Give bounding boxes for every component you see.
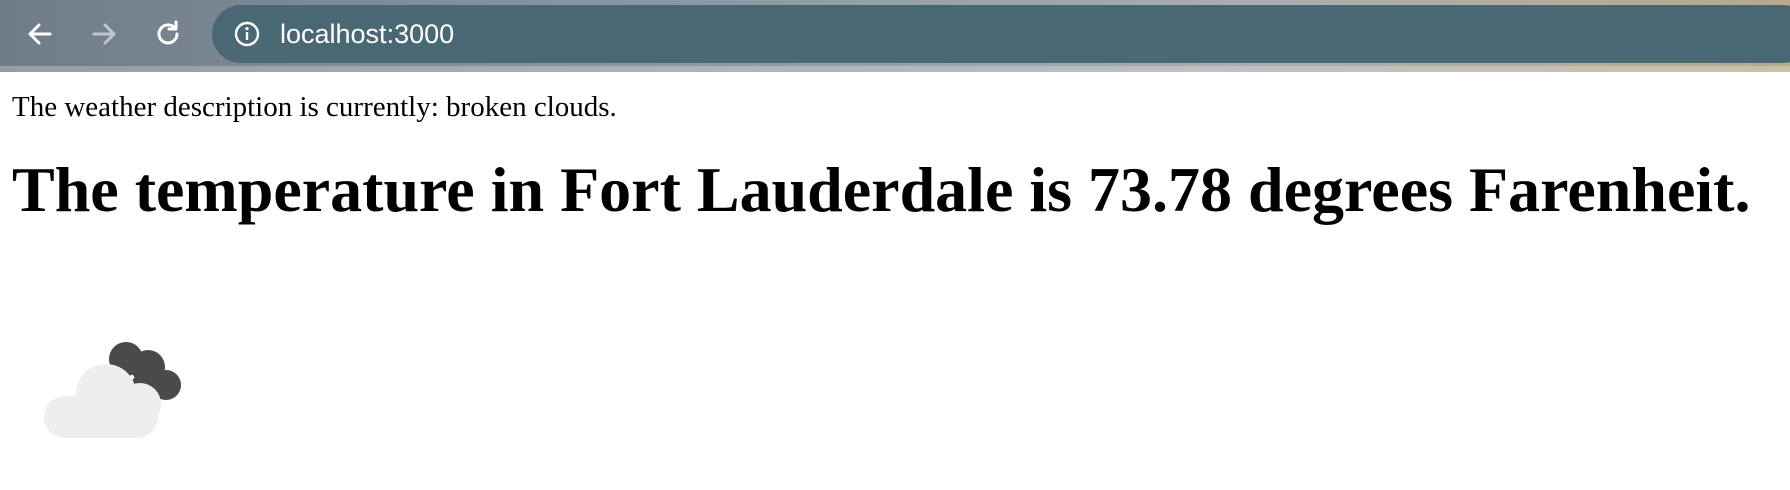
- temperature-heading: The temperature in Fort Lauderdale is 73…: [12, 154, 1751, 225]
- arrow-right-icon: [92, 23, 116, 45]
- reload-icon: [157, 20, 179, 45]
- browser-toolbar: localhost:3000: [0, 0, 1790, 72]
- reload-button[interactable]: [146, 12, 190, 56]
- page-content: The weather description is currently: br…: [0, 90, 1790, 226]
- address-bar[interactable]: localhost:3000: [212, 5, 1790, 63]
- arrow-left-icon: [28, 23, 52, 45]
- weather-description: The weather description is currently: br…: [12, 91, 617, 123]
- back-button[interactable]: [18, 12, 62, 56]
- info-icon[interactable]: [234, 21, 260, 47]
- broken-clouds-icon: [44, 342, 181, 438]
- forward-button[interactable]: [82, 12, 126, 56]
- url-text[interactable]: localhost:3000: [280, 19, 454, 49]
